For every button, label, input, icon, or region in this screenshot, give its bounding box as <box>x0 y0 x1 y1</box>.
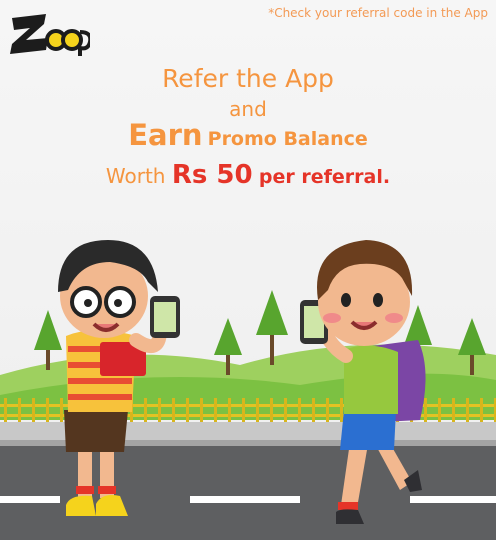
fence-post <box>200 398 203 422</box>
fence-post <box>158 398 161 422</box>
fence-post <box>312 398 315 422</box>
fence-post <box>186 398 189 422</box>
promo-balance-text: Promo Balance <box>207 128 368 150</box>
period-text: . <box>382 166 391 188</box>
fence-post <box>424 398 427 422</box>
fence-post <box>4 398 7 422</box>
fence-post <box>228 398 231 422</box>
amount-text: Rs 50 <box>171 160 253 190</box>
fence-post <box>256 398 259 422</box>
fence-post <box>284 398 287 422</box>
fence-post <box>18 398 21 422</box>
road <box>0 446 496 540</box>
fence-post <box>214 398 217 422</box>
fence-post <box>60 398 63 422</box>
fence-post <box>340 398 343 422</box>
fence-post <box>438 398 441 422</box>
zoop-logo <box>10 14 90 56</box>
headline-line1: Refer the App <box>162 64 334 93</box>
fence-post <box>172 398 175 422</box>
earn-text: Earn <box>128 118 203 152</box>
fence-post <box>46 398 49 422</box>
headline-line3: Earn Promo Balance <box>0 118 496 152</box>
fence-post <box>480 398 483 422</box>
fence-post <box>32 398 35 422</box>
headline-line4: Worth Rs 50 per referral. <box>0 160 496 190</box>
fence-post <box>144 398 147 422</box>
fence-post <box>466 398 469 422</box>
fence-post <box>452 398 455 422</box>
fence-post <box>270 398 273 422</box>
worth-text: Worth <box>105 164 166 188</box>
referral-code-note: *Check your referral code in the App <box>268 6 488 20</box>
fence-post <box>298 398 301 422</box>
per-referral-text: per referral <box>258 166 383 188</box>
fence-post <box>242 398 245 422</box>
fence-post <box>326 398 329 422</box>
referral-banner: *Check your referral code in the App Ref… <box>0 0 496 540</box>
